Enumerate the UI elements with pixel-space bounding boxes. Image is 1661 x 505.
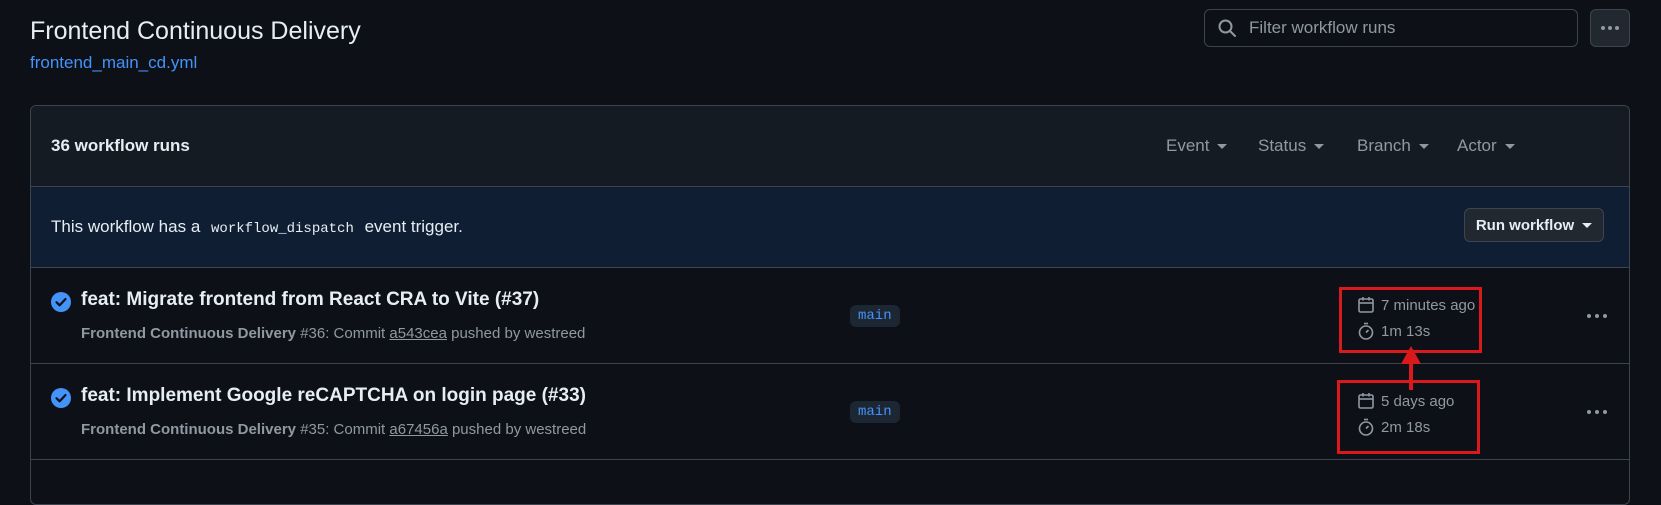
dispatch-code: workflow_dispatch [211, 221, 354, 237]
filter-event-label: Event [1166, 136, 1210, 155]
search-icon [1218, 19, 1236, 37]
run-number: #35: Commit [300, 421, 386, 438]
annotation-highlight-box [1337, 380, 1480, 454]
run-pushed-by: pushed by westreed [451, 421, 587, 438]
chevron-down-icon [1418, 143, 1429, 149]
run-workflow-name: Frontend Continuous Delivery [81, 325, 297, 342]
chevron-down-icon [1314, 143, 1325, 149]
runs-list-header: 36 workflow runs Event Status Branch Act… [31, 106, 1629, 187]
run-meta: Frontend Continuous Delivery #35: Commit… [81, 421, 586, 438]
filter-runs-input[interactable] [1247, 17, 1551, 39]
commit-sha-link[interactable]: a67456a [389, 421, 447, 438]
filter-event-dropdown[interactable]: Event [1166, 136, 1228, 156]
run-meta: Frontend Continuous Delivery #36: Commit… [81, 325, 585, 342]
filter-status-label: Status [1258, 136, 1307, 155]
filter-branch-dropdown[interactable]: Branch [1357, 136, 1429, 156]
dispatch-suffix: event trigger. [364, 217, 463, 236]
arrow-up-icon [1401, 346, 1421, 364]
run-pushed-by: pushed by westreed [451, 325, 586, 342]
workflow-dispatch-banner: This workflow has a workflow_dispatch ev… [31, 187, 1629, 268]
filter-actor-dropdown[interactable]: Actor [1457, 136, 1515, 156]
chevron-down-icon [1217, 143, 1228, 149]
page-title: Frontend Continuous Delivery [30, 17, 361, 45]
filter-branch-label: Branch [1357, 136, 1411, 155]
success-check-icon [51, 292, 71, 312]
branch-label[interactable]: main [850, 401, 900, 423]
run-title-link[interactable]: feat: Migrate frontend from React CRA to… [81, 289, 539, 311]
run-workflow-label: Run workflow [1475, 216, 1575, 234]
dispatch-message: This workflow has a workflow_dispatch ev… [51, 217, 463, 237]
filter-status-dropdown[interactable]: Status [1258, 136, 1325, 156]
success-check-icon [51, 388, 71, 408]
annotation-arrow-line [1409, 362, 1413, 390]
run-workflow-name: Frontend Continuous Delivery [81, 421, 297, 438]
workflow-file-link[interactable]: frontend_main_cd.yml [30, 53, 197, 73]
more-options-button[interactable] [1590, 9, 1630, 47]
kebab-horizontal-icon[interactable] [1585, 306, 1609, 326]
kebab-horizontal-icon[interactable] [1585, 402, 1609, 422]
run-title-link[interactable]: feat: Implement Google reCAPTCHA on logi… [81, 385, 586, 407]
kebab-horizontal-icon [1601, 26, 1619, 30]
chevron-down-icon [1582, 222, 1593, 228]
commit-sha-link[interactable]: a543cea [389, 325, 447, 342]
annotation-highlight-box [1339, 287, 1482, 353]
dispatch-prefix: This workflow has a [51, 217, 201, 236]
filter-actor-label: Actor [1457, 136, 1497, 155]
runs-count: 36 workflow runs [51, 136, 190, 155]
chevron-down-icon [1504, 143, 1515, 149]
branch-label[interactable]: main [850, 305, 900, 327]
filter-search-box[interactable] [1204, 9, 1578, 47]
run-workflow-button[interactable]: Run workflow [1464, 208, 1604, 242]
run-number: #36: Commit [300, 325, 386, 342]
